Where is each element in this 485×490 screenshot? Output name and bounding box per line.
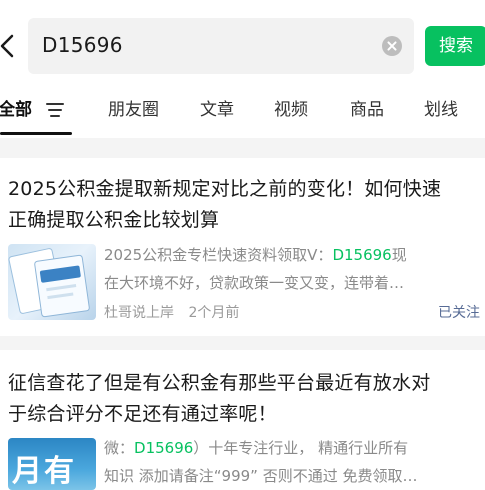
tab-all[interactable]: 全部 xyxy=(0,98,32,122)
clear-icon[interactable] xyxy=(382,36,402,56)
result-thumbnail[interactable] xyxy=(8,244,96,320)
follow-status[interactable]: 已关注 xyxy=(438,303,480,323)
tab-videos[interactable]: 视频 xyxy=(274,98,308,122)
snippet-text-end: ）十年专注行业， 精通行业所有 xyxy=(193,439,409,457)
snippet-highlight: D15696 xyxy=(134,439,194,457)
result-snippet-line2: 在大环境不好，贷款政策一变又变，连带着… xyxy=(104,274,405,292)
active-tab-indicator xyxy=(0,132,72,135)
tab-moments[interactable]: 朋友圈 xyxy=(108,98,159,122)
result-title-line1[interactable]: 2025公积金提取新规定对比之前的变化！如何快速 xyxy=(8,174,482,205)
post-time: 2个月前 xyxy=(188,305,240,321)
result-snippet-line1: 微：D15696）十年专注行业， 精通行业所有 xyxy=(104,434,474,462)
search-button[interactable]: 搜索 xyxy=(425,26,485,66)
back-chevron-icon[interactable] xyxy=(0,28,22,64)
filter-icon[interactable] xyxy=(46,101,66,119)
snippet-highlight: D15696 xyxy=(332,246,392,264)
search-input[interactable]: D15696 xyxy=(28,18,414,74)
tab-products[interactable]: 商品 xyxy=(350,98,384,122)
author-name[interactable]: 杜哥说上岸 xyxy=(104,305,174,321)
result-tabs: 全部 朋友圈 文章 视频 商品 划线 xyxy=(0,86,485,136)
result-title-line2[interactable]: 正确提取公积金比较划算 xyxy=(8,205,482,236)
snippet-text: 微： xyxy=(104,439,135,457)
snippet-text: 2025公积金专栏快速资料领取V： xyxy=(104,246,333,264)
tab-highlights[interactable]: 划线 xyxy=(424,98,458,122)
search-query-text[interactable]: D15696 xyxy=(42,31,123,59)
result-meta: 杜哥说上岸 2个月前 xyxy=(104,303,239,323)
section-divider xyxy=(0,138,485,158)
result-thumbnail[interactable]: 月有 xyxy=(8,438,96,490)
tab-articles[interactable]: 文章 xyxy=(200,98,234,122)
snippet-text-end: 现 xyxy=(391,246,407,264)
result-title-line2[interactable]: 于综合评分不足还有通过率呢！ xyxy=(8,399,482,430)
result-snippet-line2: 知识 添加请备注“999” 否则不通过 免费领取… xyxy=(104,467,418,485)
section-divider xyxy=(0,336,485,350)
result-snippet-line1: 2025公积金专栏快速资料领取V：D15696现 xyxy=(104,241,474,269)
result-title-line1[interactable]: 征信查花了但是有公积金有那些平台最近有放水对 xyxy=(8,368,482,399)
thumbnail-text: 月有 xyxy=(12,454,76,489)
search-header: D15696 搜索 xyxy=(0,0,485,84)
